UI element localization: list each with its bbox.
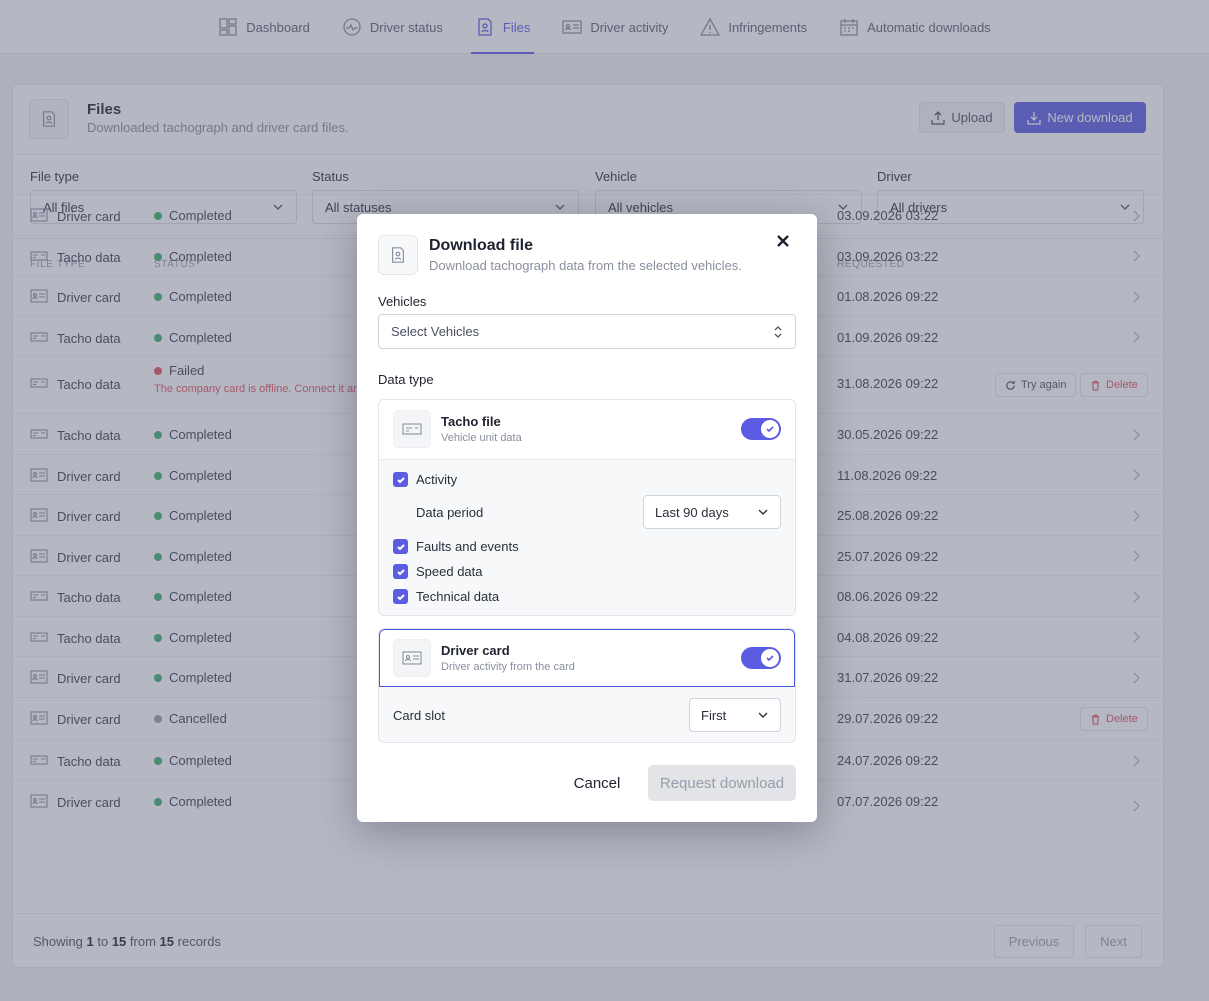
cancel-button[interactable]: Cancel	[562, 765, 632, 801]
checkbox-checked[interactable]	[393, 472, 408, 487]
activity-checkbox[interactable]: Activity	[393, 472, 457, 487]
vehicles-label: Vehicles	[378, 294, 427, 309]
chevron-down-icon	[758, 712, 768, 718]
toggle-knob	[761, 649, 779, 667]
driver-card-panel: Driver card Driver activity from the car…	[378, 628, 796, 743]
check-icon	[396, 568, 405, 575]
request-download-button[interactable]: Request download	[648, 765, 796, 801]
vehicles-select[interactable]: Select Vehicles	[378, 314, 796, 349]
modal-title: Download file	[429, 237, 533, 254]
check-icon	[766, 655, 774, 662]
driver-card-toggle[interactable]	[741, 647, 781, 669]
check-icon	[766, 426, 774, 433]
toggle-knob	[761, 420, 779, 438]
faults-checkbox[interactable]: Faults and events	[393, 539, 519, 554]
check-icon	[396, 593, 405, 600]
sort-arrows-icon	[774, 325, 782, 338]
card-slot-select[interactable]: First	[689, 698, 781, 732]
tacho-file-title: Tacho file	[441, 414, 501, 429]
chevron-down-icon	[758, 509, 768, 515]
driver-card-title: Driver card	[441, 643, 510, 658]
select-value: First	[701, 707, 727, 723]
file-icon	[378, 235, 418, 275]
id-card-icon	[393, 639, 431, 677]
close-icon[interactable]	[776, 234, 790, 248]
checkbox-label: Activity	[416, 472, 458, 487]
checkbox-checked[interactable]	[393, 539, 408, 554]
driver-card-header: Driver card Driver activity from the car…	[379, 629, 795, 687]
card-slot-label: Card slot	[393, 708, 446, 723]
modal-subtitle: Download tachograph data from the select…	[429, 258, 742, 273]
data-type-label: Data type	[378, 372, 434, 387]
select-value: Last 90 days	[655, 504, 729, 520]
data-period-select[interactable]: Last 90 days	[643, 495, 781, 529]
checkbox-label: Speed data	[416, 564, 483, 579]
data-period-label: Data period	[416, 505, 484, 520]
driver-card-options: Card slot First	[379, 687, 795, 742]
check-icon	[396, 476, 405, 483]
checkbox-checked[interactable]	[393, 589, 408, 604]
tacho-unit-icon	[393, 410, 431, 448]
tacho-file-options: Activity Data period Last 90 days Faults…	[379, 459, 795, 615]
driver-card-subtitle: Driver activity from the card	[441, 661, 575, 673]
tacho-file-toggle[interactable]	[741, 418, 781, 440]
tacho-file-panel: Tacho file Vehicle unit data Activity Da…	[378, 399, 796, 616]
vehicles-placeholder: Select Vehicles	[391, 324, 480, 339]
check-icon	[396, 543, 405, 550]
speed-checkbox[interactable]: Speed data	[393, 564, 483, 579]
tacho-file-header: Tacho file Vehicle unit data	[379, 400, 795, 459]
technical-checkbox[interactable]: Technical data	[393, 589, 499, 604]
checkbox-label: Faults and events	[416, 539, 519, 554]
tacho-file-subtitle: Vehicle unit data	[441, 432, 522, 444]
download-file-modal: Download file Download tachograph data f…	[357, 214, 817, 822]
checkbox-checked[interactable]	[393, 564, 408, 579]
checkbox-label: Technical data	[416, 589, 500, 604]
